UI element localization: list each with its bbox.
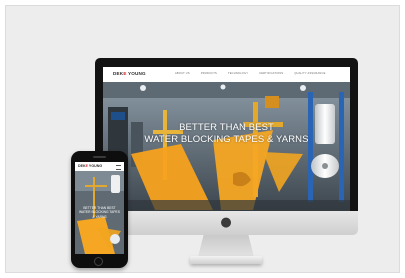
imac-stand-neck xyxy=(198,235,254,257)
mobile-website-screen: DEKE YOUNG BETTER THAN BEST WATER BLOCKI… xyxy=(75,162,124,254)
nav-certifications[interactable]: CERTIFICATIONS xyxy=(259,72,283,75)
mobile-navbar: DEKE YOUNG xyxy=(75,162,124,171)
mobile-dekyoung-logo[interactable]: DEKE YOUNG xyxy=(78,164,102,168)
mobile-logo-prefix: DEK xyxy=(78,164,86,168)
home-button[interactable] xyxy=(94,257,103,266)
hero-headline-line1: BETTER THAN BEST xyxy=(179,122,274,133)
apple-logo-icon: ● xyxy=(220,215,232,230)
site-menu: ABOUT US PRODUCTS TECHNOLOGY CERTIFICATI… xyxy=(175,72,326,75)
factory-hero-image xyxy=(103,82,350,211)
mobile-headline-line3: & YARNS xyxy=(92,214,107,219)
logo-suffix: YOUNG xyxy=(126,71,146,76)
hamburger-menu-icon[interactable] xyxy=(116,165,121,170)
nav-technology[interactable]: TECHNOLOGY xyxy=(228,72,248,75)
mobile-logo-suffix: YOUNG xyxy=(88,164,103,168)
logo-prefix: DEK xyxy=(113,71,124,76)
imac-stand-foot xyxy=(190,256,262,264)
phone-speaker xyxy=(93,156,106,158)
hero-headline-line2: WATER BLOCKING TAPES & YARNS xyxy=(144,134,309,145)
nav-quality-assurance[interactable]: QUALITY ASSURANCE xyxy=(294,72,325,75)
nav-about-us[interactable]: ABOUT US xyxy=(175,72,190,75)
mobile-hero-headline: BETTER THAN BEST WATER BLOCKING TAPES & … xyxy=(75,206,124,219)
hero-headline: BETTER THAN BEST WATER BLOCKING TAPES & … xyxy=(103,122,350,146)
site-navbar: DEKE YOUNG ABOUT US PRODUCTS TECHNOLOGY … xyxy=(103,67,350,82)
iphone-device: DEKE YOUNG BETTER THAN BEST WATER BLOCKI… xyxy=(71,151,128,268)
desktop-website-screen: DEKE YOUNG ABOUT US PRODUCTS TECHNOLOGY … xyxy=(103,67,350,211)
mockup-background: DEKE YOUNG ABOUT US PRODUCTS TECHNOLOGY … xyxy=(5,5,400,273)
imac-device: DEKE YOUNG ABOUT US PRODUCTS TECHNOLOGY … xyxy=(95,58,358,268)
nav-products[interactable]: PRODUCTS xyxy=(201,72,217,75)
dekyoung-logo[interactable]: DEKE YOUNG xyxy=(113,71,146,76)
